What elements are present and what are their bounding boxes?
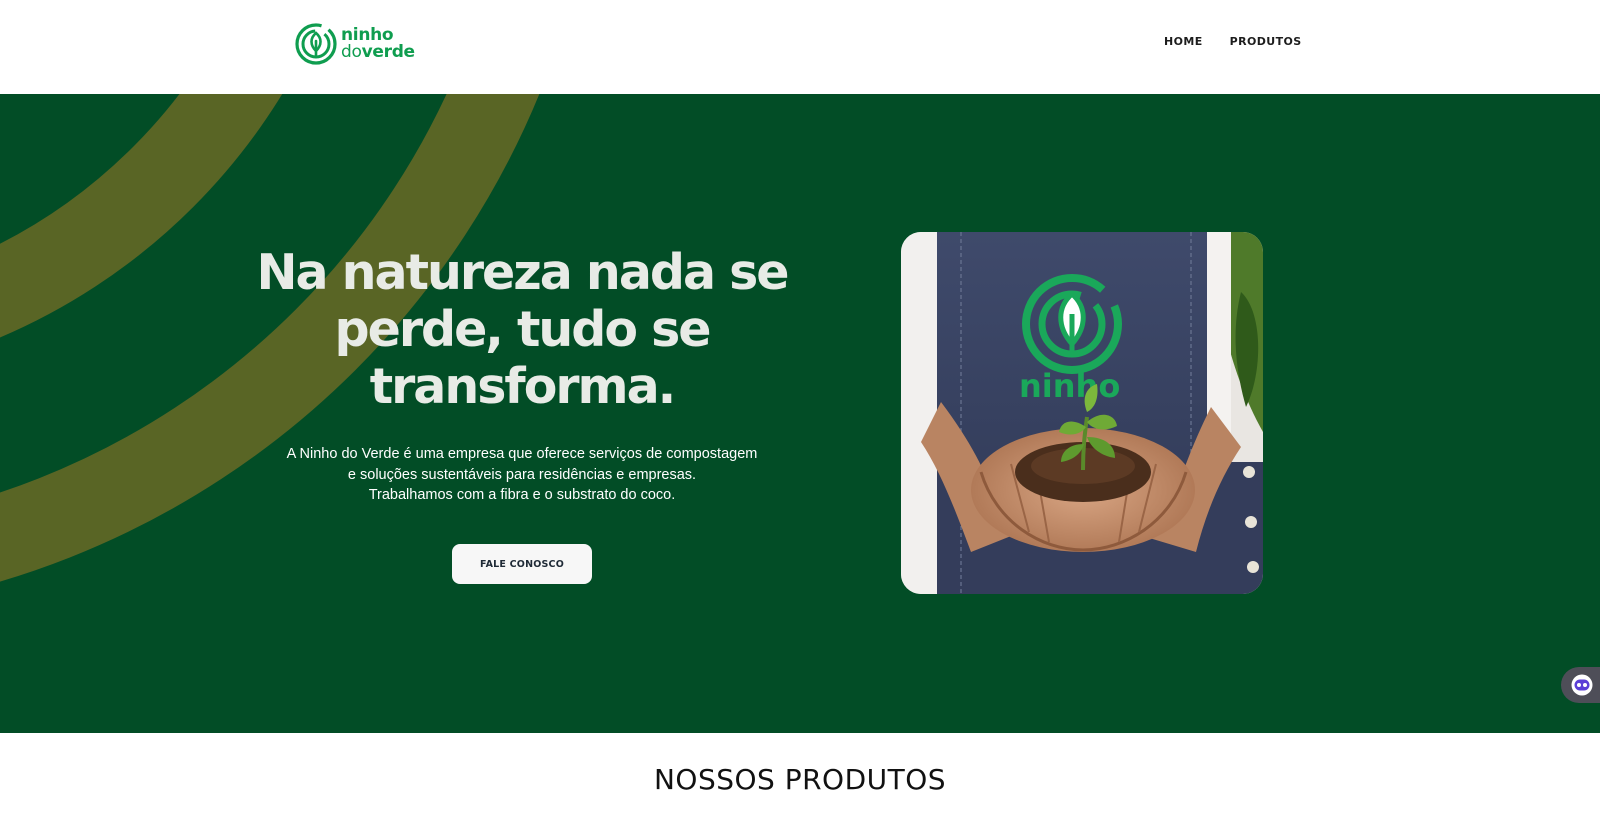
hero-title: Na natureza nada se perde, tudo se trans… — [256, 244, 790, 415]
chat-widget-button[interactable] — [1561, 667, 1600, 703]
brand-logo[interactable]: ninho doverde — [295, 22, 415, 66]
hero-description-line: Trabalhamos com a fibra e o substrato do… — [368, 487, 676, 503]
leaf-logo-icon — [295, 23, 337, 65]
nav-home-link[interactable]: HOME — [1164, 35, 1203, 48]
chat-bot-icon — [1571, 674, 1593, 696]
brand-name-line2: doverde — [341, 44, 415, 61]
hero-description: A Ninho do Verde é uma empresa que ofere… — [222, 444, 822, 506]
hero-section: Na natureza nada se perde, tudo se trans… — [0, 94, 1600, 733]
brand-name: ninho doverde — [341, 27, 415, 61]
products-section-title: NOSSOS PRODUTOS — [653, 763, 947, 796]
brand-name-verde: verde — [361, 42, 416, 62]
brand-name-do: do — [341, 42, 362, 62]
photo-logo-text: ninho — [1019, 367, 1120, 405]
main-nav: HOME PRODUTOS — [1164, 35, 1302, 48]
nav-produtos-link[interactable]: PRODUTOS — [1230, 35, 1302, 48]
hero-photo-hands-seedling: ninho — [901, 232, 1263, 594]
fale-conosco-button[interactable]: FALE CONOSCO — [452, 544, 592, 584]
hero-description-line: e soluções sustentáveis para residências… — [347, 466, 697, 483]
hero-description-line: A Ninho do Verde é uma empresa que ofere… — [286, 446, 758, 462]
site-header: ninho doverde HOME PRODUTOS — [0, 0, 1600, 94]
hands-holding-seedling-image: ninho — [901, 232, 1263, 594]
